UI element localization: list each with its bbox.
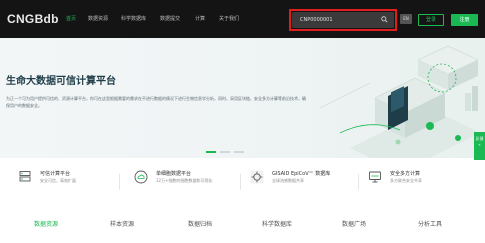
register-button[interactable]: 注册	[451, 14, 478, 26]
tab-data-archive[interactable]: 数据归档	[188, 219, 212, 228]
carousel-dot[interactable]	[234, 151, 244, 153]
computer-icon	[369, 171, 381, 183]
feature-subtitle: 多方联合安全共享	[390, 178, 422, 183]
feature-subtitle: 12万+细胞的细胞数据和可视化	[156, 178, 213, 183]
nav-item-data-submission[interactable]: 数据提交	[160, 15, 180, 22]
tab-analysis-tools[interactable]: 分析工具	[418, 219, 442, 228]
server-icon	[19, 171, 31, 182]
top-navbar: CNGBdb 首页 数据资源 科学数据库 数据提交 计算 关于我们 CNP000…	[0, 0, 485, 38]
nav-item-data-resources[interactable]: 数据资源	[88, 15, 108, 22]
tab-data-square[interactable]: 数据广场	[342, 219, 366, 228]
feature-subtitle: 安全可信，高效扩展	[40, 178, 76, 183]
carousel-dot[interactable]	[220, 151, 230, 153]
feature-card-gisaid-epicov[interactable]: GISAID EpiCoV™ 数据库 全球流感数据共享	[250, 168, 360, 196]
feature-title: 单细胞数据平台	[156, 171, 192, 177]
search-input-value: CNP0000001	[300, 17, 333, 23]
hero-description: 为正一个可为用户提供可信的、资源计算平台，你可在这里根据需要的需求在不进行数据的…	[6, 96, 306, 108]
collapse-icon: «	[478, 142, 481, 147]
cngbdb-logo[interactable]: CNGBdb	[7, 12, 59, 26]
search-icon[interactable]	[381, 16, 388, 23]
nav-item-about-us[interactable]: 关于我们	[219, 15, 239, 22]
search-input[interactable]: CNP0000001	[292, 12, 394, 28]
carousel-dot[interactable]	[206, 151, 216, 153]
isometric-data-illustration	[319, 45, 480, 158]
hero-banner: 生命大数据可信计算平台 为正一个可为用户提供可信的、资源计算平台，你可在这里根据…	[0, 38, 485, 158]
feature-card-single-cell[interactable]: 单细胞数据平台 12万+细胞的细胞数据和可视化	[134, 168, 239, 196]
nav-item-home[interactable]: 首页	[66, 15, 76, 22]
feature-title: 可信计算平台	[40, 171, 71, 177]
virus-icon	[250, 170, 264, 184]
feature-cards: 可信计算平台 安全可信，高效扩展 单细胞数据平台 12万+细胞的细胞数据和可视化…	[0, 160, 485, 202]
feature-title: 安全多方计算	[390, 171, 421, 177]
tab-sample-resources[interactable]: 样本资源	[110, 219, 134, 228]
cloud-upload-icon	[134, 170, 148, 184]
feedback-side-tab[interactable]: 反馈 «	[474, 132, 485, 162]
feature-divider	[358, 174, 359, 190]
feedback-side-tab-label: 反馈	[475, 136, 484, 141]
feature-card-secure-mpc[interactable]: 安全多方计算 多方联合安全共享	[368, 168, 468, 196]
hero-title: 生命大数据可信计算平台	[6, 76, 116, 87]
feature-subtitle: 全球流感数据共享	[272, 178, 304, 183]
language-switch-button[interactable]: EN	[400, 14, 412, 24]
nav-item-compute[interactable]: 计算	[195, 15, 205, 22]
tab-scientific-databases[interactable]: 科学数据库	[262, 219, 292, 228]
tab-data-resources[interactable]: 数据资源	[34, 219, 58, 228]
resource-tabs: 数据资源 样本资源 数据归档 科学数据库 数据广场 分析工具	[0, 210, 485, 243]
nav-item-scientific-databases[interactable]: 科学数据库	[121, 15, 146, 22]
login-button[interactable]: 登录	[418, 14, 444, 26]
feature-divider	[119, 174, 120, 190]
feature-divider	[240, 174, 241, 190]
feature-card-trusted-compute[interactable]: 可信计算平台 安全可信，高效扩展	[18, 168, 108, 196]
feature-title: GISAID EpiCoV™ 数据库	[272, 171, 331, 177]
